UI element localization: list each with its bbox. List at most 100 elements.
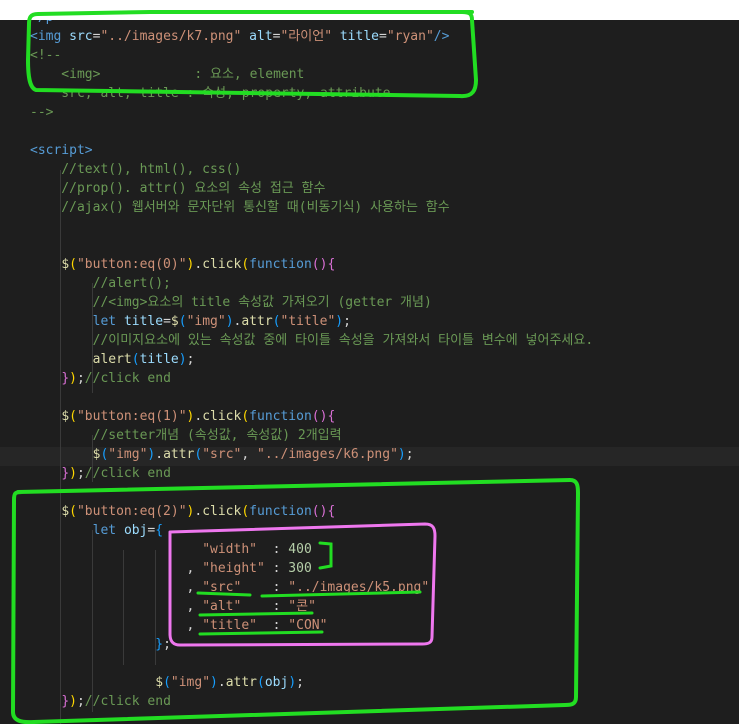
code-token: src, alt, title : 속성, property, attribut… bbox=[30, 86, 391, 101]
code-token: ( bbox=[257, 675, 265, 690]
code-token: <img bbox=[30, 29, 70, 44]
code-token: ) bbox=[69, 371, 77, 386]
code-line[interactable]: //<img>요소의 title 속성값 가져오기 (getter 개념) bbox=[30, 293, 432, 312]
code-token: ) bbox=[69, 694, 77, 709]
code-token: //prop(). attr() 요소의 속성 접근 함수 bbox=[30, 181, 326, 196]
code-token: ; bbox=[76, 694, 85, 709]
code-token: ) bbox=[178, 352, 187, 367]
code-line[interactable]: , "height" : 300 bbox=[30, 559, 312, 578]
code-line[interactable]: , "src" : "../images/k5.png" bbox=[30, 578, 430, 597]
code-token: /> bbox=[433, 29, 450, 44]
code-token: $ bbox=[155, 675, 164, 690]
code-token: : bbox=[241, 599, 289, 614]
code-token: "button:eq(2)" bbox=[76, 504, 187, 519]
code-token: ; bbox=[163, 637, 171, 652]
code-line[interactable]: //setter개념 (속성값, 속성값) 2개입력 bbox=[30, 426, 342, 445]
code-line[interactable]: //text(), html(), css() bbox=[30, 160, 241, 179]
code-token: function bbox=[249, 409, 312, 424]
code-token: <img> : 요소, element bbox=[30, 67, 305, 82]
code-token: ) bbox=[397, 447, 406, 462]
code-line[interactable]: <script> bbox=[30, 141, 93, 160]
code-line[interactable]: alert(title); bbox=[30, 350, 195, 369]
code-token: </p> bbox=[30, 20, 61, 25]
code-line[interactable]: $("img").attr(obj); bbox=[30, 673, 304, 692]
code-line[interactable]: let obj={ bbox=[30, 521, 163, 540]
code-editor[interactable]: </p> <img src = "../images/k7.png" alt = "라이언… bbox=[0, 20, 739, 724]
code-line[interactable]: <img> : 요소, element bbox=[30, 65, 304, 84]
code-token: src bbox=[69, 29, 93, 44]
code-token: //<img>요소의 title 속성값 가져오기 (getter 개념) bbox=[30, 295, 432, 310]
code-token: } bbox=[61, 371, 70, 386]
code-token: , bbox=[30, 580, 203, 595]
code-token: <script> bbox=[30, 143, 93, 158]
code-token: } bbox=[61, 466, 70, 481]
code-token: "title" bbox=[280, 314, 336, 329]
code-token: ; bbox=[186, 352, 195, 367]
code-line[interactable]: <!-- bbox=[30, 46, 61, 65]
code-token: "../images/k5.png" bbox=[288, 580, 430, 595]
code-token: ( bbox=[131, 352, 140, 367]
code-token: ; bbox=[405, 447, 414, 462]
code-line[interactable]: }; bbox=[30, 635, 171, 654]
code-token: //text(), html(), css() bbox=[30, 162, 242, 177]
code-token: let bbox=[92, 314, 117, 329]
code-line[interactable]: <img src="../images/k7.png" alt="라이언" ti… bbox=[30, 27, 449, 46]
code-line[interactable]: let title=$("img").attr("title"); bbox=[30, 312, 351, 331]
code-token: "button:eq(1)" bbox=[76, 409, 187, 424]
code-line[interactable]: $("img").attr("src", "../images/k6.png")… bbox=[30, 445, 414, 464]
code-token: click bbox=[202, 257, 242, 272]
code-token: alert bbox=[92, 352, 132, 367]
code-token: "img" bbox=[108, 447, 148, 462]
code-token: { bbox=[327, 257, 336, 272]
code-token: "img" bbox=[170, 675, 211, 690]
code-token: "src" bbox=[202, 580, 242, 595]
code-line[interactable]: //prop(). attr() 요소의 속성 접근 함수 bbox=[30, 179, 325, 198]
code-line[interactable]: //ajax() 웹서버와 문자단위 통신할 때(비동기식) 사용하는 함수 bbox=[30, 198, 450, 217]
code-token: . bbox=[217, 675, 226, 690]
code-line[interactable]: , "title" : "CON" bbox=[30, 616, 328, 635]
code-token: , bbox=[30, 561, 203, 576]
code-token: , bbox=[30, 618, 203, 633]
code-token: //click end bbox=[84, 466, 171, 481]
code-token: $ bbox=[61, 257, 70, 272]
code-token: , bbox=[241, 447, 258, 462]
code-token: //ajax() 웹서버와 문자단위 통신할 때(비동기식) 사용하는 함수 bbox=[30, 200, 450, 215]
code-line[interactable]: });//click end bbox=[30, 692, 171, 711]
code-line[interactable]: //alert(); bbox=[30, 274, 171, 293]
code-line[interactable]: --> bbox=[30, 103, 53, 122]
code-token: $ bbox=[61, 504, 70, 519]
code-line[interactable]: src, alt, title : 속성, property, attribut… bbox=[30, 84, 390, 103]
code-token: ( bbox=[163, 675, 171, 690]
code-line[interactable]: $("button:eq(2)").click(function(){ bbox=[30, 502, 335, 521]
code-line[interactable]: $("button:eq(1)").click(function(){ bbox=[30, 407, 335, 426]
code-token: title bbox=[123, 314, 164, 329]
code-token: ) bbox=[288, 675, 297, 690]
code-line[interactable]: , "alt" : "콘" bbox=[30, 597, 316, 616]
code-token: = bbox=[163, 314, 171, 329]
code-token: "콘" bbox=[288, 599, 316, 614]
code-line[interactable]: //이미지요소에 있는 속성값 중에 타이틀 속성을 가져와서 타이틀 변수에 … bbox=[30, 331, 594, 350]
code-line[interactable]: </p> bbox=[30, 20, 61, 27]
code-line[interactable]: });//click end bbox=[30, 464, 171, 483]
code-token: "../images/k7.png" bbox=[100, 29, 242, 44]
code-line[interactable]: $("button:eq(0)").click(function(){ bbox=[30, 255, 335, 274]
code-token: ( bbox=[311, 409, 320, 424]
code-line[interactable]: });//click end bbox=[30, 369, 171, 388]
code-token: { bbox=[155, 523, 164, 538]
code-token: ) bbox=[225, 314, 234, 329]
code-token: obj bbox=[123, 523, 148, 538]
code-token: obj bbox=[264, 675, 289, 690]
code-token: let bbox=[92, 523, 117, 538]
code-line[interactable]: "width" : 400 bbox=[30, 540, 312, 559]
code-token: ( bbox=[311, 504, 320, 519]
